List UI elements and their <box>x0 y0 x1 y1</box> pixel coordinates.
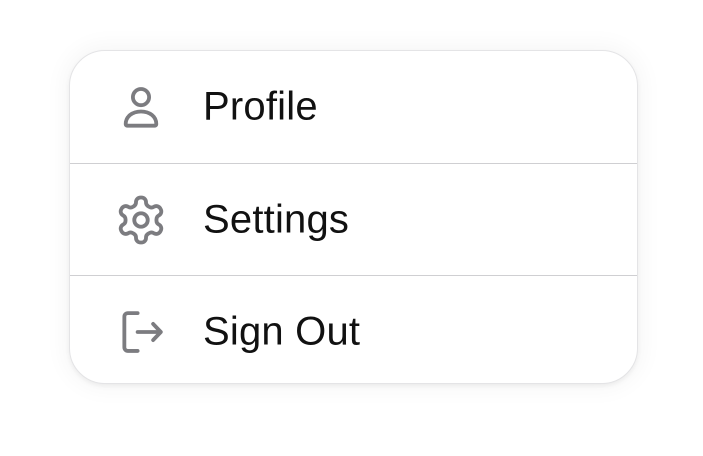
menu-item-settings[interactable]: Settings <box>70 163 637 275</box>
menu-item-label: Settings <box>203 197 350 241</box>
gear-icon <box>114 193 168 247</box>
account-menu: Profile Settings Sign Out <box>69 50 638 384</box>
menu-item-sign-out[interactable]: Sign Out <box>70 275 637 383</box>
menu-item-profile[interactable]: Profile <box>70 51 637 163</box>
screen: Profile Settings Sign Out <box>0 0 703 456</box>
person-icon <box>114 80 168 134</box>
menu-item-label: Profile <box>203 84 318 129</box>
menu-item-label: Sign Out <box>203 309 361 353</box>
sign-out-icon <box>114 305 168 359</box>
